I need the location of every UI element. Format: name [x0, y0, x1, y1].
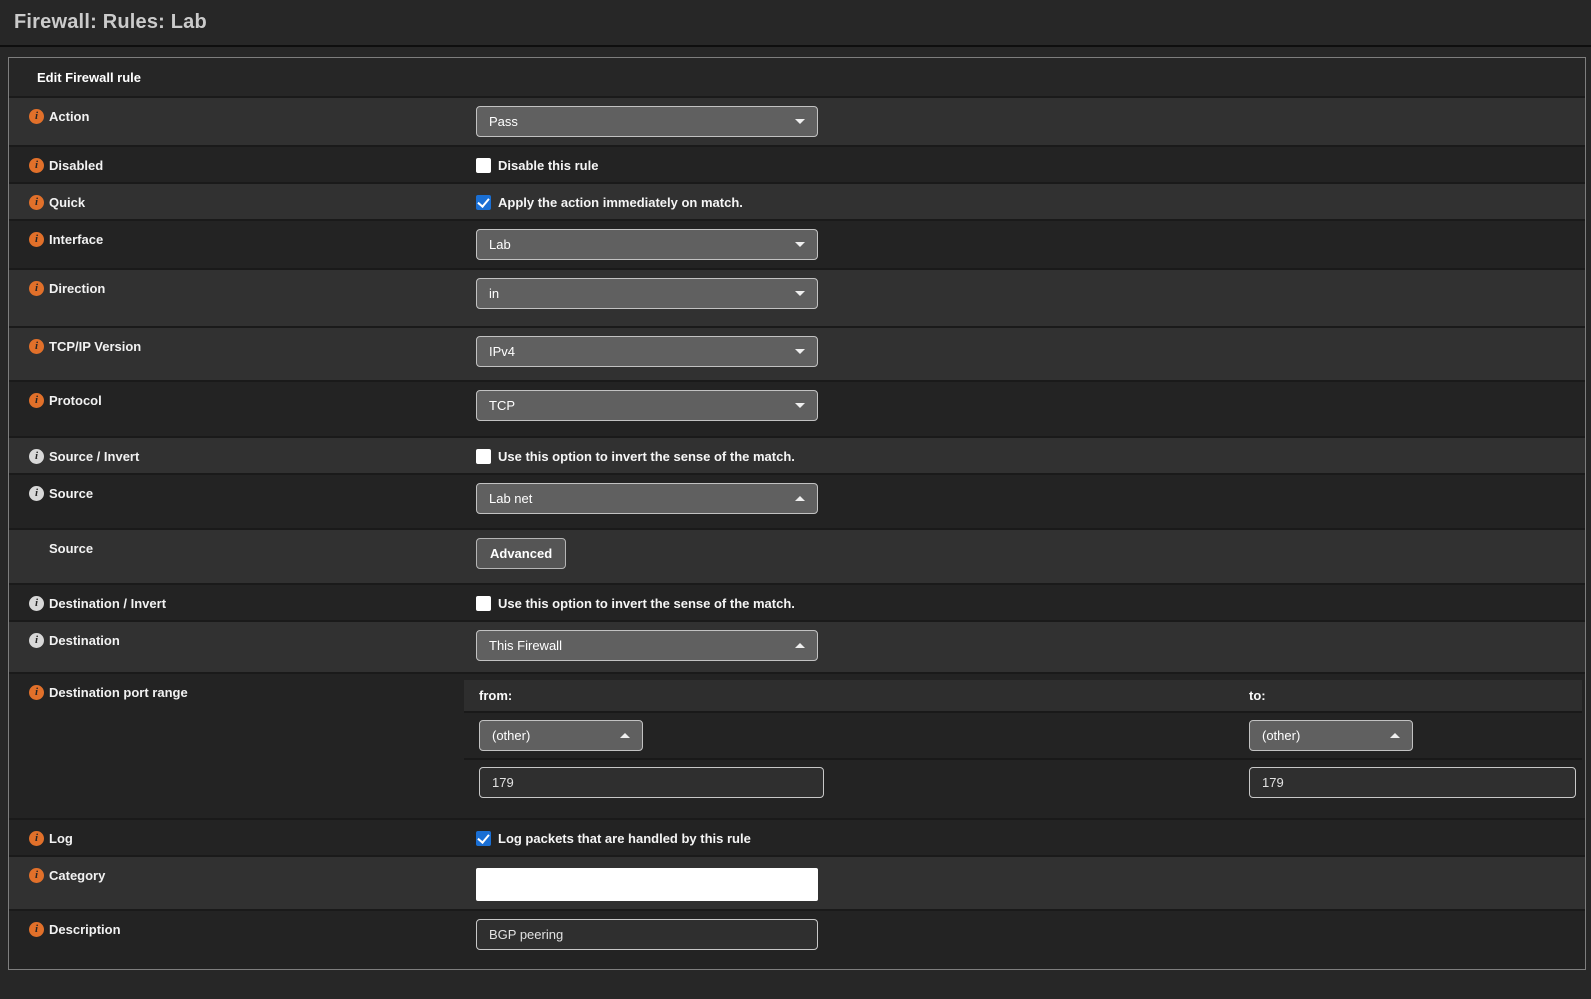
chevron-down-icon — [795, 349, 805, 354]
row-category: i Category — [9, 855, 1585, 909]
port-range-table: from: to: (other) (other) — [464, 680, 1582, 802]
info-icon[interactable]: i — [29, 449, 44, 464]
info-icon[interactable]: i — [29, 232, 44, 247]
action-select-value: Pass — [489, 114, 518, 129]
port-to-header: to: — [1234, 680, 1582, 711]
checkbox-label: Use this option to invert the sense of t… — [498, 596, 795, 611]
info-icon[interactable]: i — [29, 685, 44, 700]
row-source: i Source Lab net — [9, 473, 1585, 528]
row-label: Log — [49, 831, 73, 847]
row-label: Interface — [49, 232, 103, 248]
row-source-advanced: Source Advanced — [9, 528, 1585, 583]
info-icon[interactable]: i — [29, 158, 44, 173]
checkbox-label: Disable this rule — [498, 158, 598, 173]
destination-invert-checkbox[interactable] — [476, 596, 491, 611]
row-quick: i Quick Apply the action immediately on … — [9, 182, 1585, 219]
row-disabled: i Disabled Disable this rule — [9, 145, 1585, 182]
info-icon[interactable]: i — [29, 281, 44, 296]
port-from-select[interactable]: (other) — [479, 720, 643, 751]
row-label: Direction — [49, 281, 105, 297]
checkbox-label: Log packets that are handled by this rul… — [498, 831, 751, 846]
info-icon[interactable]: i — [29, 195, 44, 210]
row-protocol: i Protocol TCP — [9, 380, 1585, 436]
row-label: Disabled — [49, 158, 103, 174]
page-title: Firewall: Rules: Lab — [14, 11, 207, 34]
info-icon[interactable]: i — [29, 922, 44, 937]
row-log: i Log Log packets that are handled by th… — [9, 818, 1585, 855]
row-label: Source / Invert — [49, 449, 139, 465]
disabled-checkbox[interactable] — [476, 158, 491, 173]
action-select[interactable]: Pass — [476, 106, 818, 137]
row-label: Destination port range — [49, 685, 188, 701]
port-to-select[interactable]: (other) — [1249, 720, 1413, 751]
chevron-up-icon — [795, 496, 805, 501]
chevron-down-icon — [795, 119, 805, 124]
row-label: Quick — [49, 195, 85, 211]
advanced-button[interactable]: Advanced — [476, 538, 566, 569]
info-icon[interactable]: i — [29, 633, 44, 648]
destination-select-value: This Firewall — [489, 638, 562, 653]
row-label: Destination — [49, 633, 120, 649]
interface-select[interactable]: Lab — [476, 229, 818, 260]
info-icon[interactable]: i — [29, 596, 44, 611]
quick-checkbox[interactable] — [476, 195, 491, 210]
row-label: Destination / Invert — [49, 596, 166, 612]
chevron-down-icon — [795, 403, 805, 408]
row-ip-version: i TCP/IP Version IPv4 — [9, 326, 1585, 380]
row-interface: i Interface Lab — [9, 219, 1585, 268]
info-icon[interactable]: i — [29, 868, 44, 883]
row-label: Source — [49, 541, 93, 557]
direction-select[interactable]: in — [476, 278, 818, 309]
port-from-header: from: — [464, 680, 1234, 711]
log-checkbox[interactable] — [476, 831, 491, 846]
chevron-down-icon — [795, 291, 805, 296]
info-icon[interactable]: i — [29, 831, 44, 846]
ip-version-select-value: IPv4 — [489, 344, 515, 359]
source-select-value: Lab net — [489, 491, 532, 506]
chevron-up-icon — [795, 643, 805, 648]
row-destination-port-range: i Destination port range from: to: (othe… — [9, 672, 1585, 818]
source-invert-checkbox[interactable] — [476, 449, 491, 464]
port-to-input[interactable] — [1249, 767, 1576, 798]
row-direction: i Direction in — [9, 268, 1585, 326]
chevron-up-icon — [620, 733, 630, 738]
checkbox-label: Use this option to invert the sense of t… — [498, 449, 795, 464]
chevron-up-icon — [1390, 733, 1400, 738]
source-select[interactable]: Lab net — [476, 483, 818, 514]
destination-select[interactable]: This Firewall — [476, 630, 818, 661]
checkbox-label: Apply the action immediately on match. — [498, 195, 743, 210]
page-header: Firewall: Rules: Lab — [0, 0, 1591, 47]
panel-title: Edit Firewall rule — [9, 58, 1585, 96]
protocol-select-value: TCP — [489, 398, 515, 413]
row-label: Description — [49, 922, 121, 938]
row-label: Category — [49, 868, 105, 884]
row-label: Source — [49, 486, 93, 502]
row-label: Action — [49, 109, 89, 125]
port-from-select-value: (other) — [492, 728, 530, 743]
edit-firewall-rule-panel: Edit Firewall rule i Action Pass i Disab… — [8, 57, 1586, 970]
info-icon[interactable]: i — [29, 339, 44, 354]
info-icon[interactable]: i — [29, 393, 44, 408]
port-to-select-value: (other) — [1262, 728, 1300, 743]
protocol-select[interactable]: TCP — [476, 390, 818, 421]
description-input[interactable] — [476, 919, 818, 950]
info-icon[interactable]: i — [29, 486, 44, 501]
row-label: TCP/IP Version — [49, 339, 141, 355]
info-icon[interactable]: i — [29, 109, 44, 124]
row-destination: i Destination This Firewall — [9, 620, 1585, 672]
row-label: Protocol — [49, 393, 102, 409]
chevron-down-icon — [795, 242, 805, 247]
row-destination-invert: i Destination / Invert Use this option t… — [9, 583, 1585, 620]
direction-select-value: in — [489, 286, 499, 301]
row-source-invert: i Source / Invert Use this option to inv… — [9, 436, 1585, 473]
port-from-input[interactable] — [479, 767, 824, 798]
row-action: i Action Pass — [9, 96, 1585, 145]
row-description: i Description — [9, 909, 1585, 969]
ip-version-select[interactable]: IPv4 — [476, 336, 818, 367]
interface-select-value: Lab — [489, 237, 511, 252]
category-input[interactable] — [476, 868, 818, 901]
